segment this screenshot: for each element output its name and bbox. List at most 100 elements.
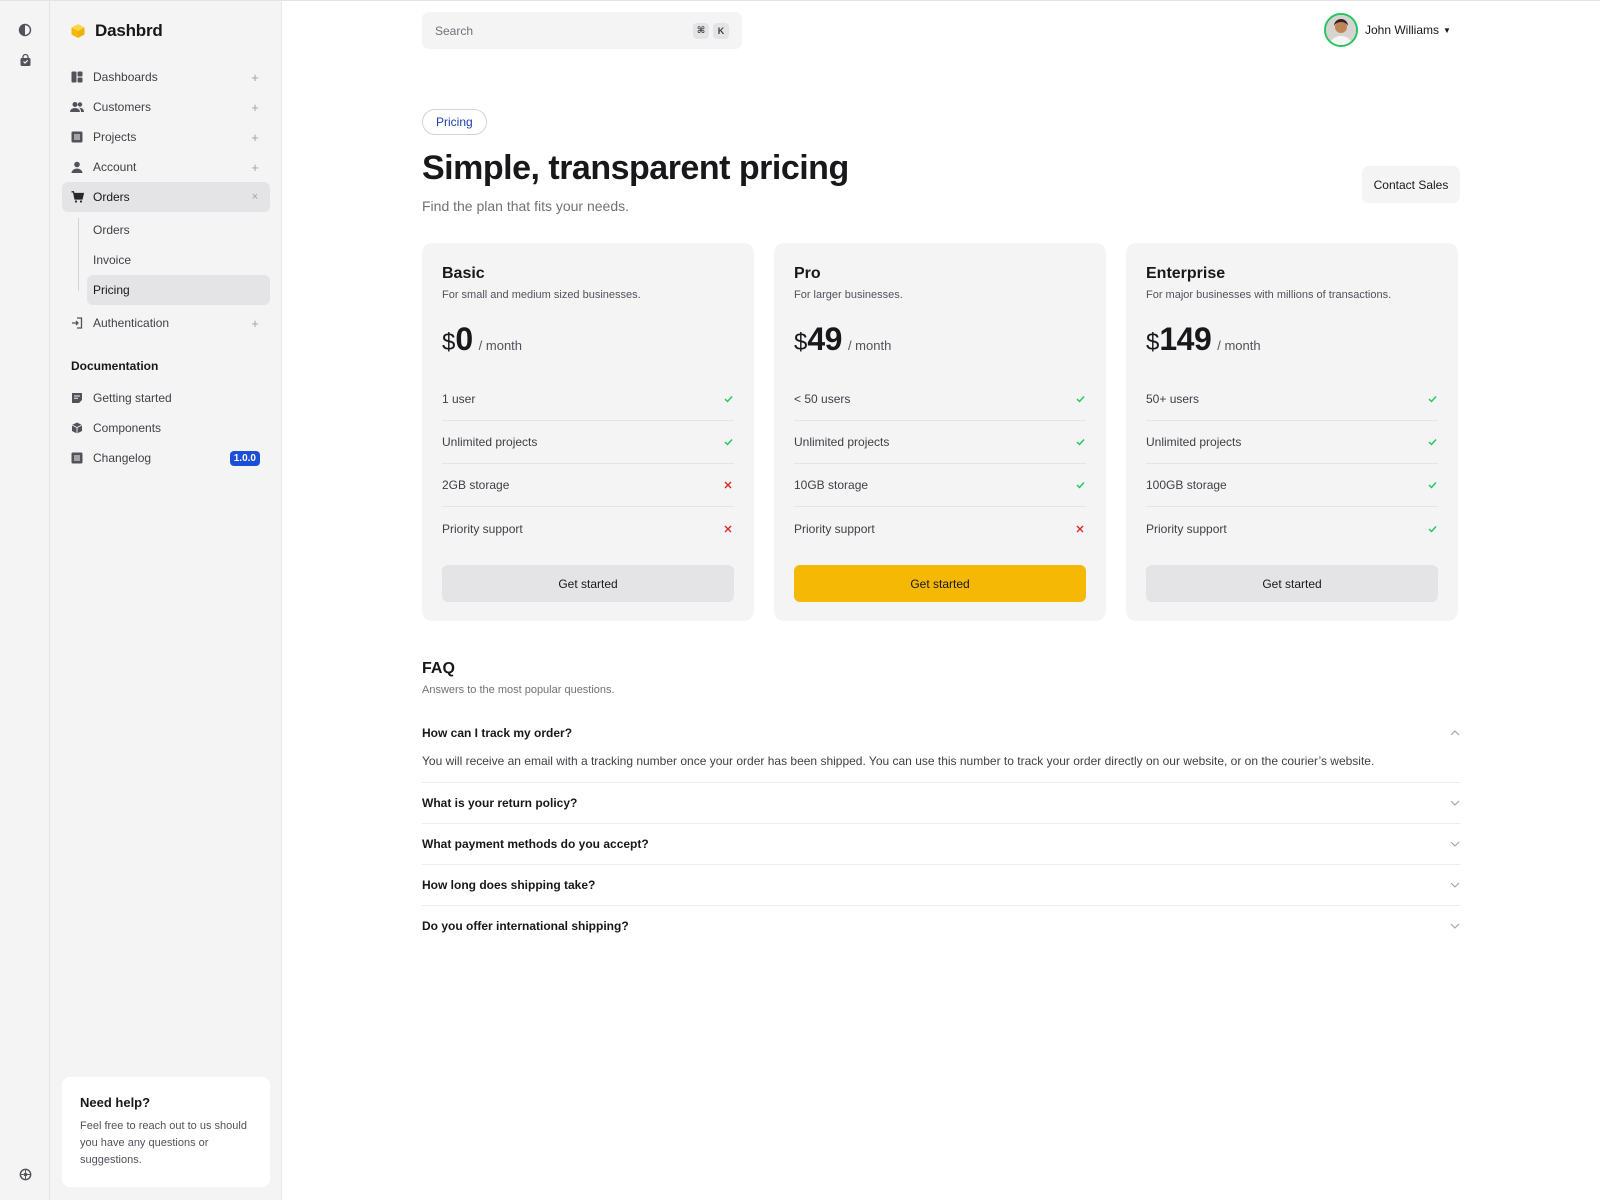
faq-list: How can I track my order? You will recei…	[422, 714, 1460, 946]
brand-name: Dashbrd	[95, 21, 163, 40]
faq-answer: You will receive an email with a trackin…	[422, 754, 1375, 768]
plan-card-basic: Basic For small and medium sized busines…	[422, 243, 754, 621]
plan-price: $ 0 / month	[442, 321, 734, 358]
feature-row: 2GB storage	[442, 464, 734, 507]
submenu-item-orders[interactable]: Orders	[87, 215, 270, 245]
cube-icon	[70, 421, 84, 435]
faq-item: How long does shipping take?	[422, 865, 1460, 906]
faq-question-text: What payment methods do you accept?	[422, 837, 649, 851]
feature-label: Unlimited projects	[794, 435, 890, 449]
cross-icon	[1074, 523, 1086, 535]
cross-icon	[722, 479, 734, 491]
sidebar-item-authentication[interactable]: Authentication +	[62, 308, 270, 338]
plus-icon[interactable]: +	[250, 70, 260, 85]
plus-icon[interactable]: +	[250, 160, 260, 175]
chevron-up-icon	[1450, 730, 1460, 736]
sidebar: Dashbrd Dashboards + Customers + Project…	[50, 1, 282, 1200]
sidebar-item-customers[interactable]: Customers +	[62, 92, 270, 122]
faq-question[interactable]: What payment methods do you accept?	[422, 824, 1460, 864]
list-icon	[70, 451, 84, 465]
contact-sales-button[interactable]: Contact Sales	[1362, 166, 1460, 203]
k-key: K	[713, 22, 729, 39]
feature-row: 50+ users	[1146, 378, 1438, 421]
feature-label: 50+ users	[1146, 392, 1200, 406]
orders-submenu: Orders Invoice Pricing	[78, 215, 270, 305]
sidebar-item-label: Getting started	[93, 391, 172, 405]
feature-label: Priority support	[794, 521, 875, 536]
sidebar-item-components[interactable]: Components	[62, 413, 270, 443]
command-key: ⌘	[693, 22, 709, 39]
submenu-item-pricing[interactable]: Pricing	[87, 275, 270, 305]
faq-item: What is your return policy?	[422, 783, 1460, 824]
bag-icon[interactable]	[15, 50, 35, 70]
faq-title: FAQ	[422, 660, 455, 677]
search-input[interactable]: Search	[435, 24, 689, 38]
sidebar-item-label: Account	[93, 160, 137, 174]
feature-list: < 50 users Unlimited projects 10GB stora…	[794, 378, 1086, 550]
check-icon	[1426, 523, 1438, 535]
feature-row: < 50 users	[794, 378, 1086, 421]
version-badge: 1.0.0	[229, 450, 260, 466]
sidebar-item-changelog[interactable]: Changelog 1.0.0	[62, 443, 270, 473]
feature-row: Unlimited projects	[1146, 421, 1438, 464]
cross-icon	[722, 523, 734, 535]
plan-card-enterprise: Enterprise For major businesses with mil…	[1126, 243, 1458, 621]
faq-question-text: How can I track my order?	[422, 726, 573, 740]
faq-item: What payment methods do you accept?	[422, 824, 1460, 865]
settings-icon[interactable]	[15, 1164, 35, 1184]
cart-icon	[70, 190, 84, 204]
sidebar-item-account[interactable]: Account +	[62, 152, 270, 182]
faq-question-text: How long does shipping take?	[422, 878, 596, 892]
get-started-button-enterprise[interactable]: Get started	[1146, 565, 1438, 602]
user-menu[interactable]: John Williams ▼	[1324, 13, 1451, 47]
sidebar-item-dashboards[interactable]: Dashboards +	[62, 62, 270, 92]
faq-subtitle: Answers to the most popular questions.	[422, 684, 615, 696]
faq-question[interactable]: How long does shipping take?	[422, 865, 1460, 905]
pricing-chip: Pricing	[422, 109, 487, 135]
sidebar-item-label: Authentication	[93, 316, 170, 330]
brand[interactable]: Dashbrd	[70, 21, 163, 41]
pricing-plans: Basic For small and medium sized busines…	[422, 243, 1460, 621]
avatar	[1324, 13, 1358, 47]
get-started-button-pro[interactable]: Get started	[794, 565, 1086, 602]
plan-price: $ 149 / month	[1146, 321, 1438, 358]
sidebar-item-projects[interactable]: Projects +	[62, 122, 270, 152]
faq-item: Do you offer international shipping?	[422, 906, 1460, 946]
login-icon	[70, 316, 84, 330]
dashboard-icon	[70, 70, 84, 84]
sidebar-item-label: Orders	[93, 190, 130, 204]
users-icon	[70, 100, 84, 114]
plan-name: Pro	[794, 265, 821, 282]
page-title: Simple, transparent pricing	[422, 149, 849, 187]
close-icon[interactable]: ×	[250, 191, 260, 203]
sidebar-item-orders[interactable]: Orders ×	[62, 182, 270, 212]
plus-icon[interactable]: +	[250, 130, 260, 145]
page-subtitle: Find the plan that fits your needs.	[422, 198, 630, 214]
feature-row: Unlimited projects	[794, 421, 1086, 464]
feature-label: 2GB storage	[442, 478, 510, 492]
sidebar-item-getting-started[interactable]: Getting started	[62, 383, 270, 413]
faq-question[interactable]: How can I track my order?	[422, 714, 1460, 752]
user-name: John Williams	[1365, 23, 1440, 37]
submenu-item-invoice[interactable]: Invoice	[87, 245, 270, 275]
get-started-button-basic[interactable]: Get started	[442, 565, 734, 602]
plan-description: For major businesses with millions of tr…	[1146, 289, 1392, 301]
theme-toggle-icon[interactable]	[15, 20, 35, 40]
faq-question[interactable]: What is your return policy?	[422, 783, 1460, 823]
chevron-down-icon	[1450, 841, 1460, 847]
plan-name: Basic	[442, 265, 485, 282]
feature-row: Priority support	[794, 507, 1086, 550]
search-bar[interactable]: Search ⌘ K	[422, 12, 742, 49]
plan-price: $ 49 / month	[794, 321, 1086, 358]
price-period: / month	[478, 338, 523, 353]
plus-icon[interactable]: +	[250, 316, 260, 331]
documentation-heading: Documentation	[71, 359, 159, 373]
help-card: Need help? Feel free to reach out to us …	[62, 1077, 270, 1187]
price-currency: $	[794, 329, 808, 356]
feature-label: < 50 users	[794, 392, 851, 406]
faq-question[interactable]: Do you offer international shipping?	[422, 906, 1460, 946]
feature-row: 1 user	[442, 378, 734, 421]
price-value: 149	[1159, 321, 1212, 357]
sidebar-item-label: Components	[93, 421, 162, 435]
plus-icon[interactable]: +	[250, 100, 260, 115]
